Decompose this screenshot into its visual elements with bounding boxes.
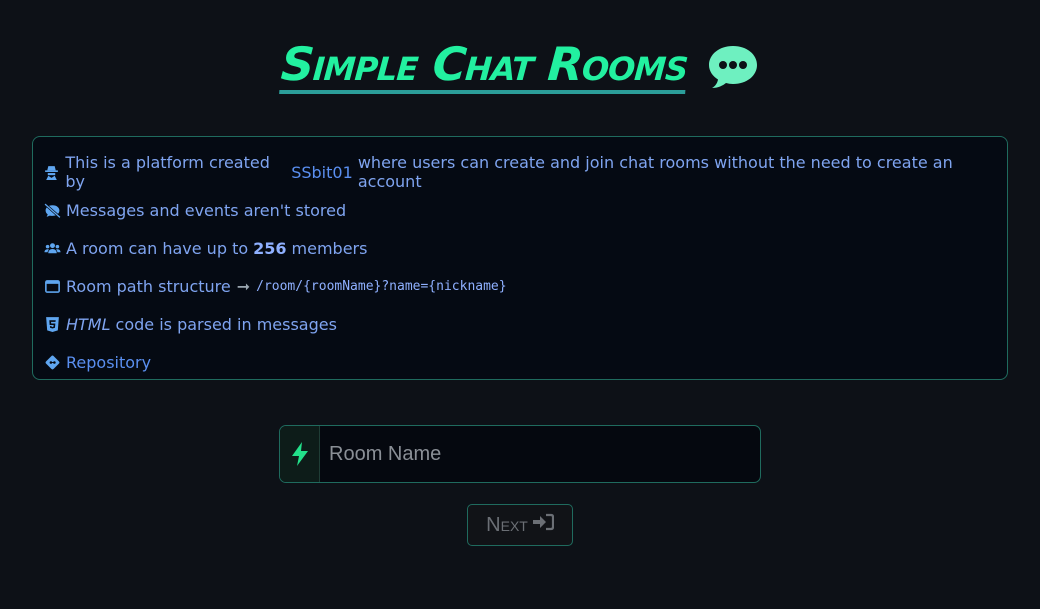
html5-icon	[43, 315, 61, 333]
info-repository: Repository	[43, 343, 997, 381]
page-title: Simple Chat Rooms	[278, 37, 689, 95]
info-panel: This is a platform created by SSbit01 wh…	[32, 136, 1008, 380]
path-code: /room/{roomName}?name={nickname}	[256, 278, 507, 294]
room-name-input[interactable]	[320, 426, 760, 482]
next-button[interactable]: Next	[467, 504, 573, 546]
info-members: A room can have up to 256 members	[43, 229, 997, 267]
room-name-field	[279, 425, 761, 483]
window-icon	[43, 277, 61, 295]
users-icon	[43, 239, 61, 257]
info-html: HTML code is parsed in messages	[43, 305, 997, 343]
info-path: Room path structure ➞ /room/{roomName}?n…	[43, 267, 997, 305]
info-platform: This is a platform created by SSbit01 wh…	[43, 153, 997, 191]
author-link[interactable]: SSbit01	[291, 163, 353, 182]
comment-slash-icon	[43, 201, 61, 219]
git-icon	[43, 353, 61, 371]
sign-in-icon	[532, 513, 554, 537]
bolt-icon	[280, 426, 320, 482]
header: Simple Chat Rooms	[0, 37, 1040, 95]
info-storage: Messages and events aren't stored	[43, 191, 997, 229]
repository-link[interactable]: Repository	[66, 353, 151, 372]
user-secret-icon	[43, 163, 60, 181]
arrow-right-icon: ➞	[236, 276, 251, 296]
speech-bubble-icon	[707, 44, 759, 90]
